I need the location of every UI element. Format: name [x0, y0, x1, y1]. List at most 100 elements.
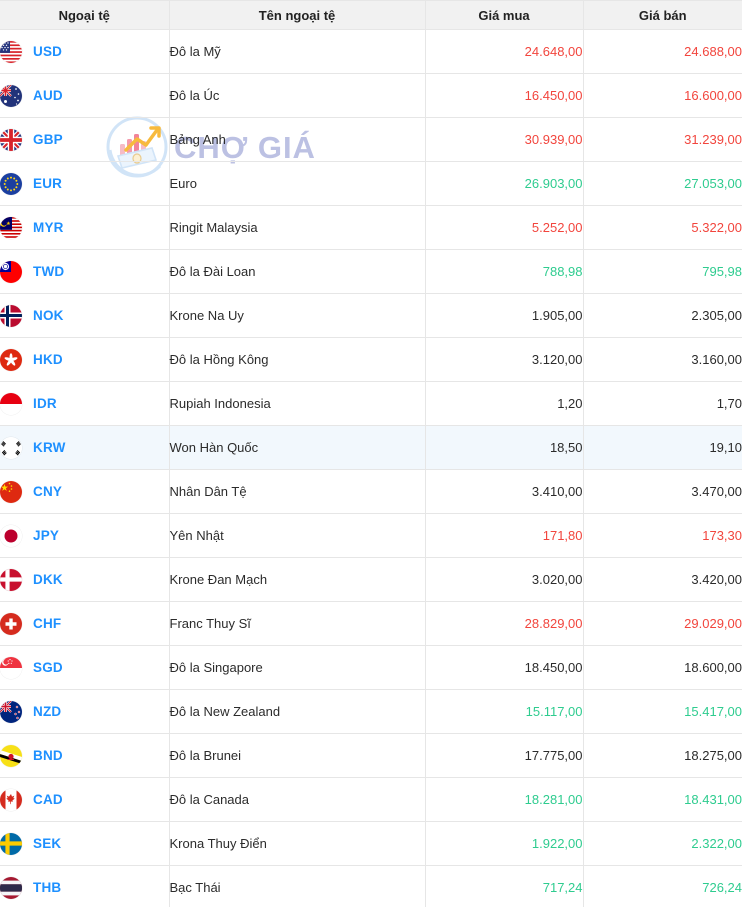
table-row[interactable]: CAD Đô la Canada 18.281,00 18.431,00	[0, 777, 742, 822]
cell-currency-code: TWD	[0, 249, 170, 294]
cell-buy-price: 18.450,00	[425, 645, 584, 690]
flag-jp-icon	[0, 524, 22, 547]
currency-code-label: USD	[33, 44, 63, 59]
cell-buy-price: 3.410,00	[425, 469, 584, 514]
column-header-sell-price[interactable]: Giá bán	[583, 0, 742, 30]
cell-buy-price: 30.939,00	[425, 117, 584, 162]
cell-currency-name: Ringit Malaysia	[169, 205, 426, 250]
table-row[interactable]: DKK Krone Đan Mạch 3.020,00 3.420,00	[0, 557, 742, 602]
table-row[interactable]: HKD Đô la Hồng Kông 3.120,00 3.160,00	[0, 337, 742, 382]
cell-currency-code: NOK	[0, 293, 170, 338]
table-row[interactable]: THB Bạc Thái 717,24 726,24	[0, 865, 742, 907]
table-row[interactable]: SEK Krona Thuy Điển 1.922,00 2.322,00	[0, 821, 742, 866]
flag-us-icon	[0, 40, 22, 63]
currency-code-label: IDR	[33, 396, 57, 411]
table-row[interactable]: KRW Won Hàn Quốc 18,50 19,10	[0, 425, 742, 470]
table-row[interactable]: IDR Rupiah Indonesia 1,20 1,70	[0, 381, 742, 426]
cell-currency-code: HKD	[0, 337, 170, 382]
currency-code-label: CAD	[33, 792, 63, 807]
cell-sell-price: 18.431,00	[583, 777, 742, 822]
cell-currency-code: CNY	[0, 469, 170, 514]
flag-kr-icon	[0, 436, 22, 459]
currency-code-label: HKD	[33, 352, 63, 367]
currency-code-label: NOK	[33, 308, 64, 323]
cell-currency-name: Đô la Úc	[169, 73, 426, 118]
cell-sell-price: 27.053,00	[583, 161, 742, 206]
table-row[interactable]: JPY Yên Nhật 171,80 173,30	[0, 513, 742, 558]
cell-buy-price: 3.020,00	[425, 557, 584, 602]
cell-buy-price: 1.905,00	[425, 293, 584, 338]
flag-se-icon	[0, 832, 22, 855]
cell-buy-price: 18,50	[425, 425, 584, 470]
cell-buy-price: 26.903,00	[425, 161, 584, 206]
table-row[interactable]: NZD Đô la New Zealand 15.117,00 15.417,00	[0, 689, 742, 734]
cell-currency-code: KRW	[0, 425, 170, 470]
cell-sell-price: 24.688,00	[583, 29, 742, 74]
flag-au-icon	[0, 84, 22, 107]
table-row[interactable]: SGD Đô la Singapore 18.450,00 18.600,00	[0, 645, 742, 690]
currency-code-label: TWD	[33, 264, 65, 279]
column-header-currency[interactable]: Ngoại tệ	[0, 0, 170, 30]
cell-sell-price: 31.239,00	[583, 117, 742, 162]
cell-sell-price: 2.322,00	[583, 821, 742, 866]
currency-code-label: BND	[33, 748, 63, 763]
column-header-currency-name[interactable]: Tên ngoại tệ	[169, 0, 426, 30]
cell-buy-price: 171,80	[425, 513, 584, 558]
flag-cn-icon	[0, 480, 22, 503]
table-row[interactable]: CHF Franc Thuy Sĩ 28.829,00 29.029,00	[0, 601, 742, 646]
cell-sell-price: 15.417,00	[583, 689, 742, 734]
cell-sell-price: 173,30	[583, 513, 742, 558]
table-row[interactable]: CNY Nhân Dân Tệ 3.410,00 3.470,00	[0, 469, 742, 514]
cell-currency-code: JPY	[0, 513, 170, 558]
cell-currency-name: Bảng Anh	[169, 117, 426, 162]
currency-code-label: KRW	[33, 440, 66, 455]
cell-currency-code: SGD	[0, 645, 170, 690]
column-header-buy-price[interactable]: Giá mua	[425, 0, 584, 30]
currency-code-label: CHF	[33, 616, 62, 631]
cell-buy-price: 18.281,00	[425, 777, 584, 822]
cell-buy-price: 788,98	[425, 249, 584, 294]
flag-gb-icon	[0, 128, 22, 151]
cell-currency-name: Đô la New Zealand	[169, 689, 426, 734]
exchange-rate-page: CHỢ GIÁ Ngoại tệ Tên ngoại tệ Giá mua Gi…	[0, 0, 742, 907]
flag-nz-icon	[0, 700, 22, 723]
cell-sell-price: 5.322,00	[583, 205, 742, 250]
cell-sell-price: 3.470,00	[583, 469, 742, 514]
cell-buy-price: 15.117,00	[425, 689, 584, 734]
flag-tw-icon	[0, 260, 22, 283]
cell-buy-price: 717,24	[425, 865, 584, 907]
cell-currency-code: NZD	[0, 689, 170, 734]
table-row[interactable]: NOK Krone Na Uy 1.905,00 2.305,00	[0, 293, 742, 338]
table-row[interactable]: TWD Đô la Đài Loan 788,98 795,98	[0, 249, 742, 294]
cell-currency-code: THB	[0, 865, 170, 907]
cell-currency-name: Won Hàn Quốc	[169, 425, 426, 470]
table-row[interactable]: AUD Đô la Úc 16.450,00 16.600,00	[0, 73, 742, 118]
currency-code-label: CNY	[33, 484, 63, 499]
currency-code-label: JPY	[33, 528, 60, 543]
table-row[interactable]: MYR Ringit Malaysia 5.252,00 5.322,00	[0, 205, 742, 250]
flag-dk-icon	[0, 568, 22, 591]
cell-buy-price: 28.829,00	[425, 601, 584, 646]
cell-sell-price: 19,10	[583, 425, 742, 470]
table-row[interactable]: GBP Bảng Anh 30.939,00 31.239,00	[0, 117, 742, 162]
cell-currency-code: EUR	[0, 161, 170, 206]
table-row[interactable]: EUR Euro 26.903,00 27.053,00	[0, 161, 742, 206]
table-body: USD Đô la Mỹ 24.648,00 24.688,00 AUD Đô la Ú…	[0, 29, 742, 907]
cell-buy-price: 3.120,00	[425, 337, 584, 382]
cell-currency-name: Yên Nhật	[169, 513, 426, 558]
cell-currency-name: Krone Đan Mạch	[169, 557, 426, 602]
cell-sell-price: 1,70	[583, 381, 742, 426]
cell-currency-name: Đô la Mỹ	[169, 29, 426, 74]
table-row[interactable]: BND Đô la Brunei 17.775,00 18.275,00	[0, 733, 742, 778]
cell-sell-price: 726,24	[583, 865, 742, 907]
cell-buy-price: 1,20	[425, 381, 584, 426]
currency-code-label: DKK	[33, 572, 63, 587]
currency-code-label: GBP	[33, 132, 63, 147]
cell-buy-price: 1.922,00	[425, 821, 584, 866]
cell-sell-price: 795,98	[583, 249, 742, 294]
currency-code-label: MYR	[33, 220, 64, 235]
cell-currency-name: Bạc Thái	[169, 865, 426, 907]
flag-bn-icon	[0, 744, 22, 767]
table-header-row: Ngoại tệ Tên ngoại tệ Giá mua Giá bán	[0, 0, 742, 30]
table-row[interactable]: USD Đô la Mỹ 24.648,00 24.688,00	[0, 29, 742, 74]
